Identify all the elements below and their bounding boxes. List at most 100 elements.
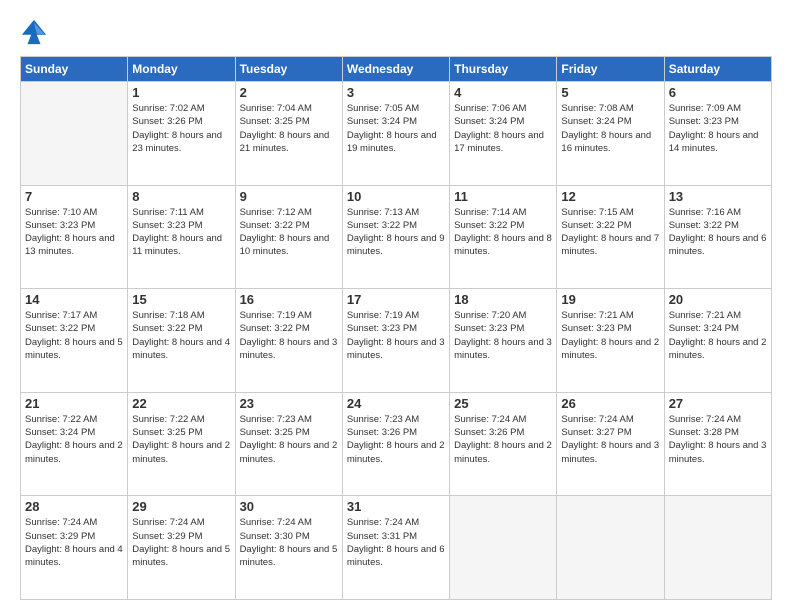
weekday-header-thursday: Thursday [450, 57, 557, 82]
weekday-header-monday: Monday [128, 57, 235, 82]
day-info: Sunrise: 7:17 AMSunset: 3:22 PMDaylight:… [25, 309, 123, 362]
calendar-cell: 13 Sunrise: 7:16 AMSunset: 3:22 PMDaylig… [664, 185, 771, 289]
day-number: 10 [347, 189, 445, 204]
calendar-cell: 12 Sunrise: 7:15 AMSunset: 3:22 PMDaylig… [557, 185, 664, 289]
calendar-cell: 11 Sunrise: 7:14 AMSunset: 3:22 PMDaylig… [450, 185, 557, 289]
day-number: 27 [669, 396, 767, 411]
day-info: Sunrise: 7:19 AMSunset: 3:22 PMDaylight:… [240, 309, 338, 362]
calendar-cell: 10 Sunrise: 7:13 AMSunset: 3:22 PMDaylig… [342, 185, 449, 289]
calendar-cell: 9 Sunrise: 7:12 AMSunset: 3:22 PMDayligh… [235, 185, 342, 289]
calendar-table: SundayMondayTuesdayWednesdayThursdayFrid… [20, 56, 772, 600]
day-number: 3 [347, 85, 445, 100]
weekday-header-sunday: Sunday [21, 57, 128, 82]
day-number: 2 [240, 85, 338, 100]
day-info: Sunrise: 7:09 AMSunset: 3:23 PMDaylight:… [669, 102, 767, 155]
weekday-header-saturday: Saturday [664, 57, 771, 82]
calendar-cell: 27 Sunrise: 7:24 AMSunset: 3:28 PMDaylig… [664, 392, 771, 496]
day-number: 14 [25, 292, 123, 307]
day-info: Sunrise: 7:23 AMSunset: 3:25 PMDaylight:… [240, 413, 338, 466]
day-number: 20 [669, 292, 767, 307]
calendar-cell: 17 Sunrise: 7:19 AMSunset: 3:23 PMDaylig… [342, 289, 449, 393]
day-number: 8 [132, 189, 230, 204]
day-info: Sunrise: 7:06 AMSunset: 3:24 PMDaylight:… [454, 102, 552, 155]
calendar-week-2: 7 Sunrise: 7:10 AMSunset: 3:23 PMDayligh… [21, 185, 772, 289]
calendar-cell: 22 Sunrise: 7:22 AMSunset: 3:25 PMDaylig… [128, 392, 235, 496]
day-number: 13 [669, 189, 767, 204]
day-info: Sunrise: 7:08 AMSunset: 3:24 PMDaylight:… [561, 102, 659, 155]
logo-icon [20, 18, 48, 46]
day-info: Sunrise: 7:21 AMSunset: 3:23 PMDaylight:… [561, 309, 659, 362]
day-info: Sunrise: 7:14 AMSunset: 3:22 PMDaylight:… [454, 206, 552, 259]
day-info: Sunrise: 7:11 AMSunset: 3:23 PMDaylight:… [132, 206, 230, 259]
calendar-week-4: 21 Sunrise: 7:22 AMSunset: 3:24 PMDaylig… [21, 392, 772, 496]
calendar-cell: 28 Sunrise: 7:24 AMSunset: 3:29 PMDaylig… [21, 496, 128, 600]
day-number: 30 [240, 499, 338, 514]
day-number: 7 [25, 189, 123, 204]
calendar-cell: 25 Sunrise: 7:24 AMSunset: 3:26 PMDaylig… [450, 392, 557, 496]
day-number: 6 [669, 85, 767, 100]
calendar-cell: 1 Sunrise: 7:02 AMSunset: 3:26 PMDayligh… [128, 82, 235, 186]
calendar-cell: 30 Sunrise: 7:24 AMSunset: 3:30 PMDaylig… [235, 496, 342, 600]
day-number: 24 [347, 396, 445, 411]
page: SundayMondayTuesdayWednesdayThursdayFrid… [0, 0, 792, 612]
calendar-cell: 3 Sunrise: 7:05 AMSunset: 3:24 PMDayligh… [342, 82, 449, 186]
header [20, 18, 772, 46]
calendar-cell: 4 Sunrise: 7:06 AMSunset: 3:24 PMDayligh… [450, 82, 557, 186]
calendar-cell: 18 Sunrise: 7:20 AMSunset: 3:23 PMDaylig… [450, 289, 557, 393]
day-number: 12 [561, 189, 659, 204]
calendar-cell: 31 Sunrise: 7:24 AMSunset: 3:31 PMDaylig… [342, 496, 449, 600]
day-info: Sunrise: 7:24 AMSunset: 3:30 PMDaylight:… [240, 516, 338, 569]
calendar-cell: 6 Sunrise: 7:09 AMSunset: 3:23 PMDayligh… [664, 82, 771, 186]
day-number: 17 [347, 292, 445, 307]
day-number: 5 [561, 85, 659, 100]
day-info: Sunrise: 7:19 AMSunset: 3:23 PMDaylight:… [347, 309, 445, 362]
day-info: Sunrise: 7:02 AMSunset: 3:26 PMDaylight:… [132, 102, 230, 155]
day-info: Sunrise: 7:24 AMSunset: 3:28 PMDaylight:… [669, 413, 767, 466]
calendar-cell: 24 Sunrise: 7:23 AMSunset: 3:26 PMDaylig… [342, 392, 449, 496]
weekday-header-tuesday: Tuesday [235, 57, 342, 82]
day-info: Sunrise: 7:24 AMSunset: 3:29 PMDaylight:… [25, 516, 123, 569]
day-number: 1 [132, 85, 230, 100]
day-info: Sunrise: 7:24 AMSunset: 3:29 PMDaylight:… [132, 516, 230, 569]
calendar-cell: 23 Sunrise: 7:23 AMSunset: 3:25 PMDaylig… [235, 392, 342, 496]
day-info: Sunrise: 7:15 AMSunset: 3:22 PMDaylight:… [561, 206, 659, 259]
calendar-cell: 8 Sunrise: 7:11 AMSunset: 3:23 PMDayligh… [128, 185, 235, 289]
logo [20, 18, 52, 46]
weekday-header-row: SundayMondayTuesdayWednesdayThursdayFrid… [21, 57, 772, 82]
day-info: Sunrise: 7:20 AMSunset: 3:23 PMDaylight:… [454, 309, 552, 362]
calendar-week-5: 28 Sunrise: 7:24 AMSunset: 3:29 PMDaylig… [21, 496, 772, 600]
day-info: Sunrise: 7:16 AMSunset: 3:22 PMDaylight:… [669, 206, 767, 259]
calendar-cell: 21 Sunrise: 7:22 AMSunset: 3:24 PMDaylig… [21, 392, 128, 496]
day-info: Sunrise: 7:21 AMSunset: 3:24 PMDaylight:… [669, 309, 767, 362]
day-number: 31 [347, 499, 445, 514]
day-info: Sunrise: 7:10 AMSunset: 3:23 PMDaylight:… [25, 206, 123, 259]
calendar-week-1: 1 Sunrise: 7:02 AMSunset: 3:26 PMDayligh… [21, 82, 772, 186]
day-number: 16 [240, 292, 338, 307]
day-number: 23 [240, 396, 338, 411]
day-info: Sunrise: 7:24 AMSunset: 3:26 PMDaylight:… [454, 413, 552, 466]
day-number: 28 [25, 499, 123, 514]
day-number: 29 [132, 499, 230, 514]
calendar-cell: 19 Sunrise: 7:21 AMSunset: 3:23 PMDaylig… [557, 289, 664, 393]
calendar-cell: 16 Sunrise: 7:19 AMSunset: 3:22 PMDaylig… [235, 289, 342, 393]
day-info: Sunrise: 7:18 AMSunset: 3:22 PMDaylight:… [132, 309, 230, 362]
day-number: 9 [240, 189, 338, 204]
day-number: 22 [132, 396, 230, 411]
calendar-cell [450, 496, 557, 600]
day-info: Sunrise: 7:13 AMSunset: 3:22 PMDaylight:… [347, 206, 445, 259]
calendar-cell: 20 Sunrise: 7:21 AMSunset: 3:24 PMDaylig… [664, 289, 771, 393]
day-info: Sunrise: 7:24 AMSunset: 3:31 PMDaylight:… [347, 516, 445, 569]
calendar-week-3: 14 Sunrise: 7:17 AMSunset: 3:22 PMDaylig… [21, 289, 772, 393]
day-number: 15 [132, 292, 230, 307]
calendar-cell: 26 Sunrise: 7:24 AMSunset: 3:27 PMDaylig… [557, 392, 664, 496]
day-info: Sunrise: 7:22 AMSunset: 3:24 PMDaylight:… [25, 413, 123, 466]
calendar-cell [664, 496, 771, 600]
day-info: Sunrise: 7:23 AMSunset: 3:26 PMDaylight:… [347, 413, 445, 466]
calendar-cell: 14 Sunrise: 7:17 AMSunset: 3:22 PMDaylig… [21, 289, 128, 393]
day-number: 19 [561, 292, 659, 307]
calendar-cell: 5 Sunrise: 7:08 AMSunset: 3:24 PMDayligh… [557, 82, 664, 186]
day-info: Sunrise: 7:22 AMSunset: 3:25 PMDaylight:… [132, 413, 230, 466]
calendar-cell: 29 Sunrise: 7:24 AMSunset: 3:29 PMDaylig… [128, 496, 235, 600]
day-number: 11 [454, 189, 552, 204]
day-number: 25 [454, 396, 552, 411]
